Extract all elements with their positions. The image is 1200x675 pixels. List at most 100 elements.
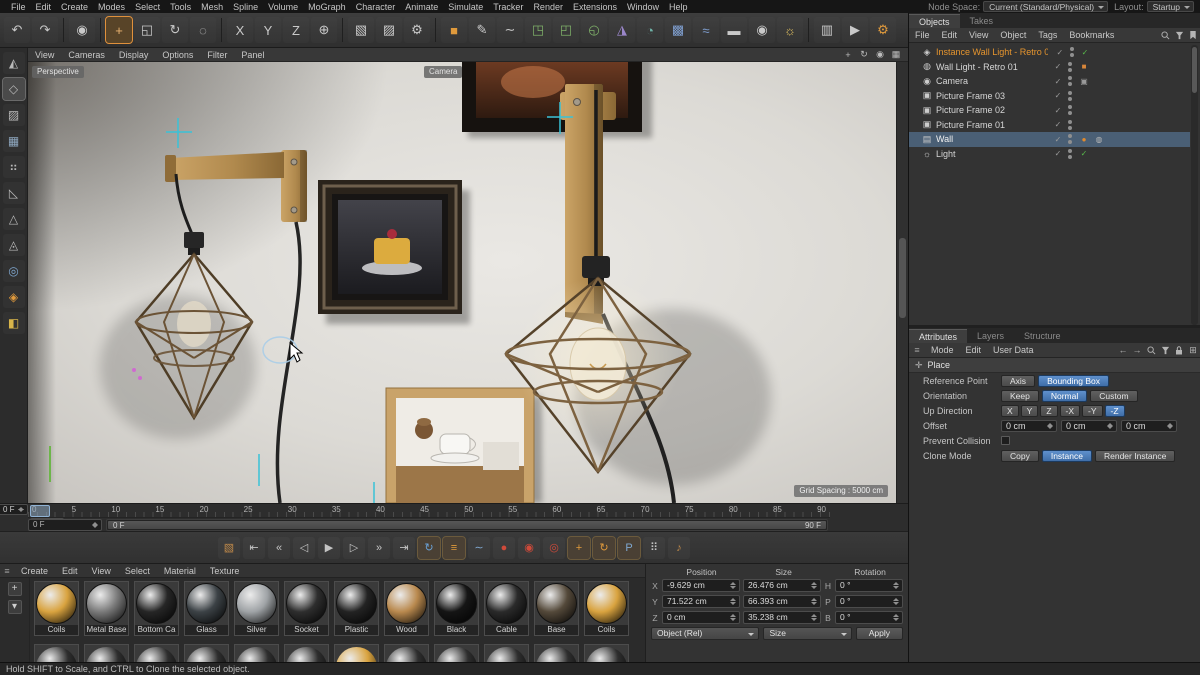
polygons-mode-icon[interactable]: △: [3, 208, 25, 230]
material-preview-sphere[interactable]: [86, 583, 127, 624]
visibility-dots[interactable]: [1067, 105, 1073, 116]
orbit-view-icon[interactable]: ↻: [856, 49, 872, 61]
object-label[interactable]: Wall Light - Retro 01: [936, 62, 1018, 72]
render-view-icon[interactable]: ▧: [348, 17, 374, 43]
redo-icon[interactable]: ↷: [32, 17, 58, 43]
material-plastic[interactable]: Plastic: [334, 581, 379, 636]
live-selection-icon[interactable]: ◉: [69, 17, 95, 43]
material-cable[interactable]: Cable: [484, 581, 529, 636]
menubar-item[interactable]: Extensions: [568, 2, 622, 12]
tree-item-picture-frame-02[interactable]: ▣ Picture Frame 02 ✓: [909, 103, 1190, 118]
visibility-dots[interactable]: [1069, 47, 1075, 58]
point-handle[interactable]: [138, 376, 142, 380]
viewport-menu-item[interactable]: View: [28, 50, 61, 60]
enabled-check-icon[interactable]: ✓: [1052, 62, 1064, 71]
rotation-field[interactable]: 0 °: [835, 595, 903, 608]
subdivision-surface-icon[interactable]: ◳: [525, 17, 551, 43]
record-keyframe-icon[interactable]: ●: [493, 537, 515, 559]
visibility-dots[interactable]: [1067, 90, 1073, 101]
tag-icon[interactable]: ●: [1078, 135, 1090, 144]
material-metal-base[interactable]: Metal Base: [84, 581, 129, 636]
scene-render[interactable]: [28, 62, 896, 503]
material-silver[interactable]: Silver: [234, 581, 279, 636]
toggle-views-icon[interactable]: ▦: [888, 49, 904, 61]
menubar-item[interactable]: Window: [622, 2, 664, 12]
history-forward-icon[interactable]: →: [1130, 344, 1144, 356]
toolbar-icon[interactable]: [221, 18, 222, 42]
orientation-option[interactable]: Keep: [1001, 389, 1039, 402]
filter-icon[interactable]: [1172, 29, 1186, 41]
material-menu-item[interactable]: Texture: [203, 566, 247, 576]
menubar-item[interactable]: Animate: [400, 2, 443, 12]
tag-icon[interactable]: ◍: [1093, 135, 1105, 144]
tree-item-wall[interactable]: ▤ Wall ✓ ● ◍: [909, 132, 1190, 147]
zoom-view-icon[interactable]: ◉: [872, 49, 888, 61]
object-label[interactable]: Picture Frame 01: [936, 120, 1005, 130]
object-label[interactable]: Instance Wall Light - Retro 01: [936, 47, 1048, 57]
tree-item-picture-frame-01[interactable]: ▣ Picture Frame 01 ✓: [909, 118, 1190, 133]
goto-end-icon[interactable]: ⇥: [393, 537, 415, 559]
object-mode-dropdown[interactable]: Object (Rel): [651, 627, 760, 640]
reference-point-option[interactable]: Bounding Box: [1038, 374, 1109, 387]
bookmark-icon[interactable]: [1186, 29, 1200, 41]
simulation-icon[interactable]: ≈: [693, 17, 719, 43]
deformers-icon[interactable]: ◮: [609, 17, 635, 43]
add-material-icon[interactable]: +: [7, 582, 22, 596]
object-manager-menu-item[interactable]: Object: [994, 30, 1032, 40]
material-tile[interactable]: [134, 644, 179, 662]
material-socket[interactable]: Socket: [284, 581, 329, 636]
viewport-menu-item[interactable]: Filter: [200, 50, 234, 60]
material-tile[interactable]: [584, 644, 629, 662]
loop-icon[interactable]: ↻: [417, 535, 441, 560]
material-tile[interactable]: [34, 644, 79, 662]
fields-icon[interactable]: ◔: [637, 17, 663, 43]
material-tile[interactable]: [84, 644, 129, 662]
material-tile[interactable]: [334, 644, 379, 662]
material-tile[interactable]: [234, 644, 279, 662]
material-menu-item[interactable]: View: [85, 566, 118, 576]
tracks-icon[interactable]: ≡: [442, 535, 466, 560]
material-filter-icon[interactable]: ▾: [7, 600, 22, 614]
prev-key-icon[interactable]: «: [268, 537, 290, 559]
reference-point-option[interactable]: Axis: [1001, 374, 1036, 387]
material-preview-sphere[interactable]: [236, 583, 277, 624]
material-preview-sphere[interactable]: [486, 583, 527, 624]
material-preview-sphere[interactable]: [336, 583, 377, 624]
light-icon[interactable]: ☼: [777, 17, 803, 43]
menubar-item[interactable]: Help: [664, 2, 693, 12]
apply-button[interactable]: Apply: [855, 627, 903, 640]
material-bottom-ca[interactable]: Bottom Ca: [134, 581, 179, 636]
viewport-solo-icon[interactable]: ◎: [3, 260, 25, 282]
spline-icon[interactable]: ∼: [497, 17, 523, 43]
material-menu-item[interactable]: Create: [14, 566, 55, 576]
snap-icon[interactable]: ◈: [3, 286, 25, 308]
viewport[interactable]: View Cameras Display Options Filter Panel + ↻ ◉…: [28, 48, 908, 503]
material-preview-sphere[interactable]: [186, 583, 227, 624]
record-pla-icon[interactable]: ⠿: [643, 537, 665, 559]
material-preview-sphere[interactable]: [536, 583, 577, 624]
clone-mode-option[interactable]: Copy: [1001, 449, 1039, 462]
interactive-render-icon[interactable]: ▥: [814, 17, 840, 43]
object-manager-menu-item[interactable]: File: [909, 30, 936, 40]
object-manager-menu-item[interactable]: Tags: [1032, 30, 1063, 40]
picture-frame-02[interactable]: [318, 180, 470, 324]
clone-mode-option[interactable]: Instance: [1041, 449, 1092, 462]
up-direction-option[interactable]: -Y: [1082, 404, 1103, 417]
workplane-icon[interactable]: ▦: [3, 130, 25, 152]
range-bar-end-label[interactable]: 90 F: [799, 521, 827, 530]
camera-icon[interactable]: ◉: [749, 17, 775, 43]
size-field[interactable]: 26.476 cm: [743, 579, 821, 592]
material-preview-sphere[interactable]: [586, 583, 627, 624]
range-bar-fill[interactable]: [108, 521, 826, 529]
material-tile[interactable]: [184, 644, 229, 662]
menubar-item[interactable]: Select: [130, 2, 165, 12]
object-label[interactable]: Camera: [936, 76, 968, 86]
tree-item-instance-wall-light[interactable]: ◈ Instance Wall Light - Retro 01 ✓ ✓: [909, 45, 1190, 60]
position-field[interactable]: 71.522 cm: [662, 595, 740, 608]
points-mode-icon[interactable]: ⠶: [3, 156, 25, 178]
tag-icon[interactable]: ▣: [1078, 77, 1090, 86]
menubar-item[interactable]: File: [6, 2, 31, 12]
menubar-item[interactable]: Edit: [31, 2, 57, 12]
record-position-icon[interactable]: +: [567, 535, 591, 560]
viewport-menu-item[interactable]: Cameras: [61, 50, 112, 60]
